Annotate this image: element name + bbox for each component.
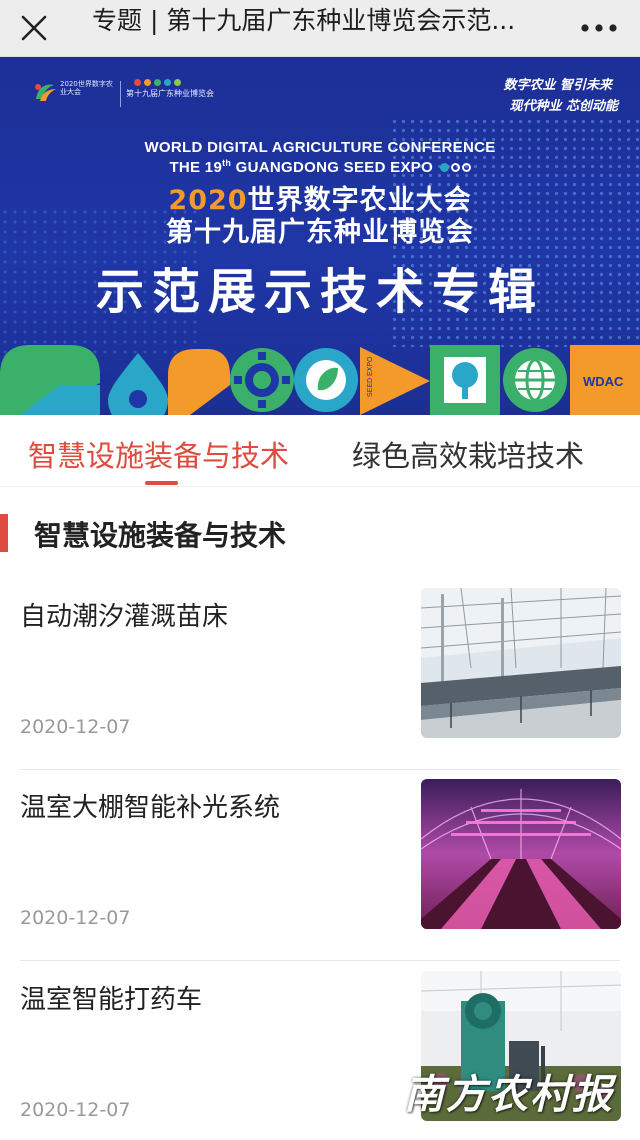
gear-icon	[230, 348, 294, 412]
article-title[interactable]: 温室智能打药车	[20, 979, 400, 1016]
conference-logo-text: 2020世界数字农业大会	[60, 80, 113, 96]
article-thumbnail[interactable]	[421, 588, 621, 738]
tree-icon	[430, 345, 500, 415]
article-date: 2020-12-07	[20, 1099, 131, 1121]
article-thumbnail[interactable]	[421, 779, 621, 929]
article-title[interactable]: 自动潮汐灌溉苗床	[20, 596, 400, 633]
banner-slogan: 数字农业 智引未来 现代种业 芯创动能	[503, 75, 618, 117]
slogan-line-2: 现代种业 芯创动能	[509, 99, 618, 114]
article-date: 2020-12-07	[20, 716, 131, 738]
logo-divider	[120, 81, 121, 107]
article-title[interactable]: 温室大棚智能补光系统	[20, 787, 400, 824]
seed-expo-logo-text: 第十九届广东种业博览会	[126, 89, 214, 98]
close-icon[interactable]	[16, 10, 52, 46]
page-title: 专题 | 第十九届广东种业博览会示范...	[92, 6, 516, 35]
article-date: 2020-12-07	[20, 907, 131, 929]
ring-dot-icon	[450, 163, 460, 172]
slogan-line-1: 数字农业 智引未来	[503, 78, 612, 93]
wdac-label: WDAC	[583, 374, 624, 389]
tab-green-cultivation[interactable]: 绿色高效栽培技术	[352, 433, 584, 475]
watermark: 南方农村报	[404, 1072, 614, 1118]
chinese-title-line-2: 第十九届广东种业博览会	[166, 217, 474, 248]
divider	[20, 960, 620, 961]
strip-shape	[129, 390, 147, 408]
category-tabs: 智慧设施装备与技术 绿色高效栽培技术	[0, 415, 640, 487]
english-line-2-prefix: THE 19	[169, 159, 223, 176]
top-navigation-bar: 专题 | 第十九届广东种业博览会示范...	[0, 0, 640, 57]
tab-smart-facilities[interactable]: 智慧设施装备与技术	[28, 433, 289, 475]
seed-expo-logo: 第十九届广东种业博览会	[126, 79, 214, 99]
english-title-line-2: THE 19th GUANGDONG SEED EXPO	[0, 158, 640, 176]
promo-banner: 2020世界数字农业大会 第十九届广东种业博览会 数字农业 智引未来 现代种业 …	[0, 57, 640, 415]
globe-icon	[503, 348, 567, 412]
english-title-line-1: WORLD DIGITAL AGRICULTURE CONFERENCE	[144, 139, 496, 156]
english-line-2-suffix: GUANGDONG SEED EXPO	[231, 159, 434, 176]
section-header: 智慧设施装备与技术	[0, 510, 640, 558]
leaf-icon	[294, 348, 358, 412]
list-item[interactable]: 温室大棚智能补光系统 2020-12-07	[0, 771, 640, 961]
strip-shape	[168, 349, 230, 415]
section-accent-bar	[0, 514, 8, 552]
section-title: 智慧设施装备与技术	[34, 519, 287, 552]
active-tab-indicator	[145, 481, 178, 485]
divider	[20, 769, 620, 770]
ring-dot-icon	[461, 163, 471, 172]
banner-headline: 示范展示技术专辑	[95, 264, 544, 320]
seed-expo-label: SEED EXPO	[367, 356, 374, 397]
banner-graphic-strip: SEED EXPO WDAC	[0, 345, 640, 415]
blue-dot-icon	[439, 163, 449, 172]
english-line-2-sup: th	[222, 158, 232, 168]
wdac-logo-icon	[35, 84, 56, 101]
more-icon[interactable]	[578, 14, 620, 42]
list-item[interactable]: 自动潮汐灌溉苗床 2020-12-07	[0, 580, 640, 770]
